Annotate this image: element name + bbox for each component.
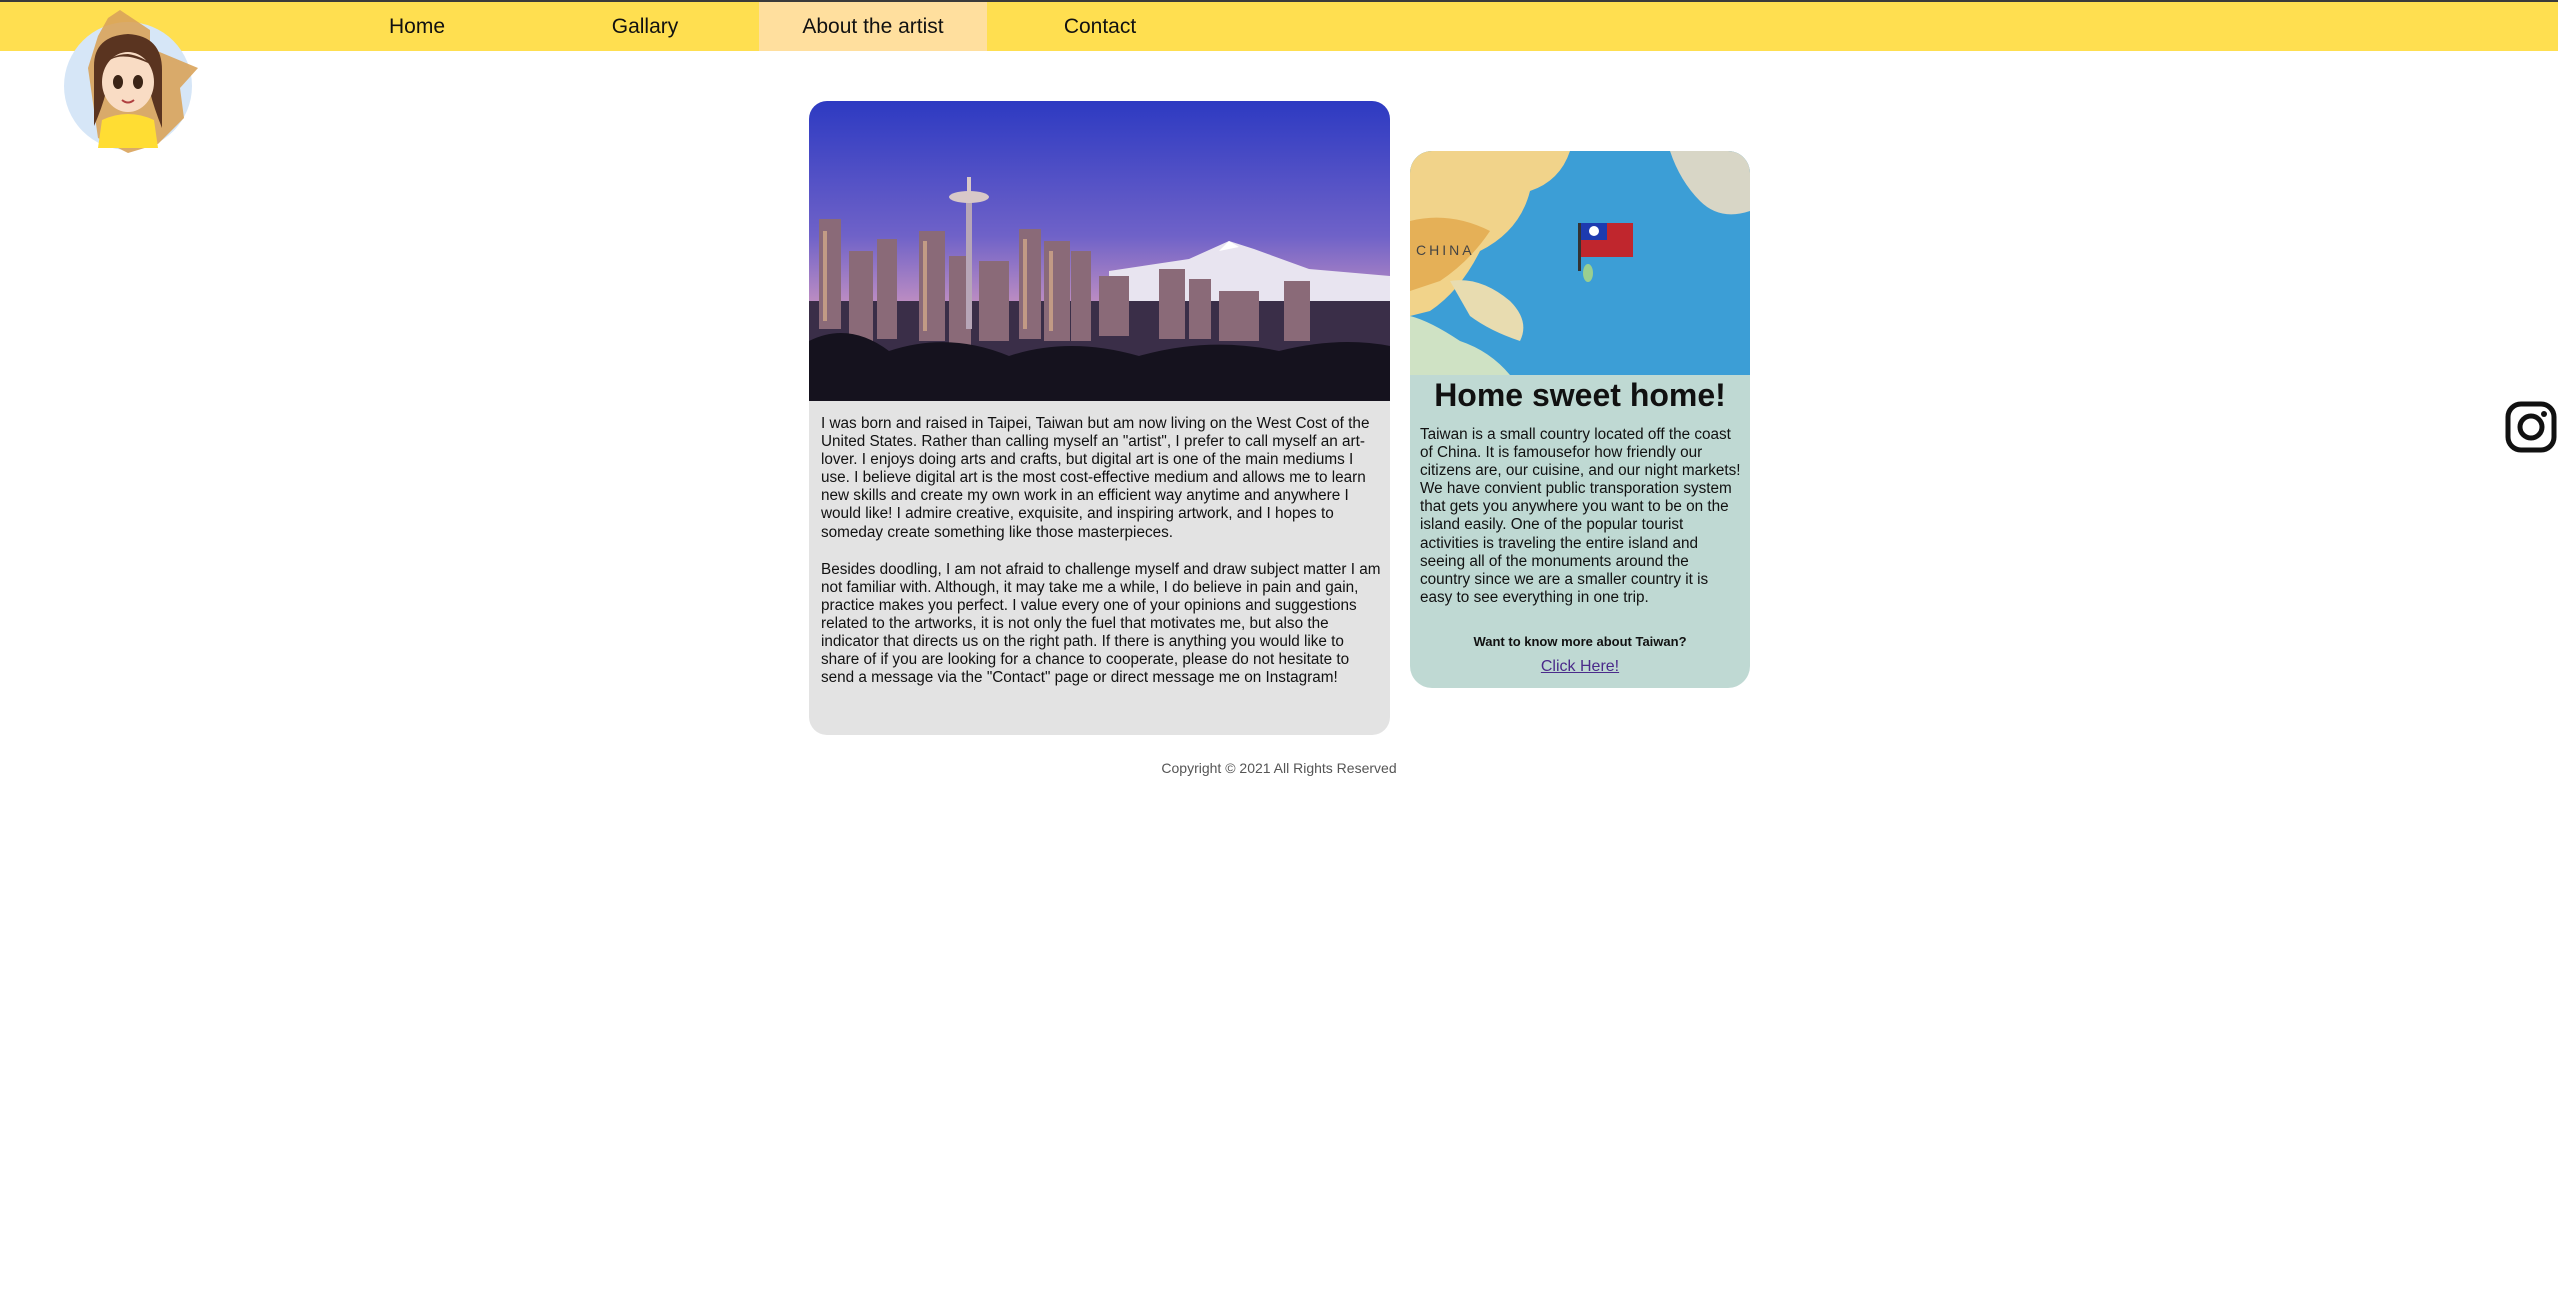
seattle-skyline-photo (809, 101, 1390, 401)
taiwan-click-here-link[interactable]: Click Here! (1410, 658, 1750, 676)
taiwan-card: CHINA Home sweet home! Taiwan is a small… (1410, 151, 1750, 688)
artist-avatar-logo[interactable] (58, 8, 200, 153)
about-paragraph-2: Besides doodling, I am not afraid to cha… (821, 560, 1381, 687)
taiwan-card-title: Home sweet home! (1434, 377, 1726, 413)
map-label-china: CHINA (1416, 242, 1475, 258)
nav-gallary[interactable]: Gallary (570, 2, 720, 51)
top-navbar: Home Gallary About the artist Contact (0, 0, 2558, 51)
taiwan-map-photo: CHINA (1410, 151, 1750, 375)
nav-contact[interactable]: Contact (1025, 2, 1175, 51)
about-text-block: I was born and raised in Taipei, Taiwan … (821, 415, 1381, 706)
taiwan-question: Want to know more about Taiwan? (1473, 634, 1687, 649)
instagram-icon[interactable] (2504, 400, 2558, 454)
copyright-footer: Copyright © 2021 All Rights Reserved (1161, 760, 1397, 776)
nav-about-the-artist[interactable]: About the artist (759, 2, 987, 51)
about-paragraph-1: I was born and raised in Taipei, Taiwan … (821, 415, 1370, 541)
taiwan-description: Taiwan is a small country located off th… (1420, 426, 1741, 606)
about-artist-card: I was born and raised in Taipei, Taiwan … (809, 101, 1390, 735)
nav-home[interactable]: Home (342, 2, 492, 51)
